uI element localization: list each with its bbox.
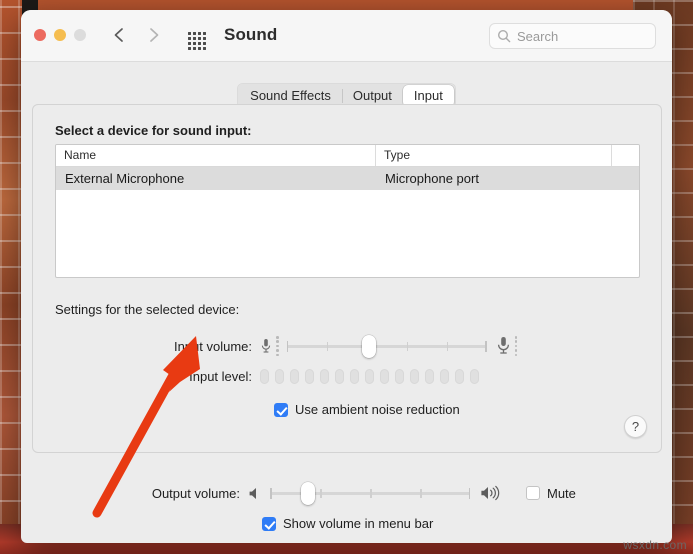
show-volume-checkbox[interactable] <box>262 516 276 531</box>
input-level-segment <box>305 369 314 384</box>
microphone-min-dots <box>276 336 279 356</box>
input-level-segment <box>350 369 359 384</box>
ambient-noise-checkbox-row[interactable]: Use ambient noise reduction <box>274 402 460 417</box>
input-level-segment <box>275 369 284 384</box>
input-level-segment <box>260 369 269 384</box>
input-volume-track <box>286 345 487 348</box>
output-volume-tick <box>420 489 422 498</box>
device-name: External Microphone <box>65 171 185 186</box>
input-level-segment <box>440 369 449 384</box>
input-volume-thumb[interactable] <box>361 335 376 358</box>
ambient-noise-checkbox[interactable] <box>274 402 288 417</box>
search-field[interactable]: Search <box>489 23 656 49</box>
search-icon <box>497 29 511 43</box>
watermark: wsxdn.com <box>623 538 687 552</box>
input-level-segment <box>290 369 299 384</box>
page-title: Sound <box>224 25 278 44</box>
output-volume-slider[interactable] <box>270 482 470 505</box>
navigation-arrows <box>110 25 163 45</box>
table-row[interactable]: External Microphone Microphone port <box>56 167 639 190</box>
zoom-button <box>74 29 86 41</box>
input-tab-panel: Select a device for sound input: Name Ty… <box>32 104 662 453</box>
minimize-button[interactable] <box>54 29 66 41</box>
input-volume-label: Input volume: <box>173 338 252 354</box>
input-level-segment <box>425 369 434 384</box>
ambient-noise-label: Use ambient noise reduction <box>295 402 460 417</box>
output-volume-thumb[interactable] <box>301 482 315 505</box>
input-level-segment <box>335 369 344 384</box>
input-level-meter <box>260 369 479 384</box>
grid-apps-icon[interactable] <box>188 32 206 50</box>
input-level-segment <box>320 369 329 384</box>
input-volume-tick <box>446 342 448 351</box>
device-type: Microphone port <box>385 171 479 186</box>
output-volume-tick <box>320 489 322 498</box>
input-level-segment <box>365 369 374 384</box>
column-header-extra[interactable] <box>612 145 639 166</box>
select-device-label: Select a device for sound input: <box>55 123 252 138</box>
input-level-segment <box>455 369 464 384</box>
column-header-name[interactable]: Name <box>56 145 376 166</box>
output-volume-endcap-min <box>270 488 272 499</box>
input-volume-row: Input volume: <box>33 335 661 358</box>
output-volume-endcap-max <box>468 488 470 499</box>
sound-preferences-window: Sound Search Sound Effects Output Input … <box>21 10 672 543</box>
microphone-large-icon <box>496 336 511 356</box>
input-level-segment <box>470 369 479 384</box>
input-volume-endcap-min <box>286 341 288 352</box>
input-volume-endcap-max <box>485 341 487 352</box>
device-table[interactable]: Name Type External Microphone Microphone… <box>55 144 640 278</box>
input-level-segment <box>410 369 419 384</box>
show-volume-checkbox-row[interactable]: Show volume in menu bar <box>262 516 433 531</box>
input-level-label: Input level: <box>189 369 252 384</box>
speaker-low-icon <box>248 486 261 501</box>
chevron-left-icon[interactable] <box>110 25 128 45</box>
settings-label: Settings for the selected device: <box>55 302 240 317</box>
output-volume-tick <box>370 489 372 498</box>
mute-checkbox[interactable] <box>526 486 540 500</box>
search-placeholder: Search <box>517 28 559 44</box>
input-volume-slider[interactable] <box>286 335 487 358</box>
output-volume-label: Output volume: <box>151 485 240 501</box>
mute-label: Mute <box>547 485 576 501</box>
show-volume-label: Show volume in menu bar <box>283 516 434 531</box>
window-titlebar: Sound Search <box>21 10 672 62</box>
chevron-right-icon[interactable] <box>145 25 163 45</box>
input-level-row: Input level: <box>33 369 661 384</box>
input-level-segment <box>380 369 389 384</box>
input-volume-tick <box>326 342 328 351</box>
microphone-small-icon <box>260 338 272 355</box>
traffic-lights <box>34 29 86 41</box>
speaker-high-icon <box>480 485 501 501</box>
input-volume-tick <box>406 342 408 351</box>
help-button[interactable]: ? <box>624 415 647 438</box>
column-header-type[interactable]: Type <box>376 145 612 166</box>
mute-checkbox-row[interactable]: Mute <box>526 486 576 501</box>
microphone-max-dots <box>514 336 517 356</box>
table-header-row: Name Type <box>56 145 639 167</box>
output-volume-row: Output volume: Mute <box>21 482 672 505</box>
close-button[interactable] <box>34 29 46 41</box>
input-level-segment <box>395 369 404 384</box>
